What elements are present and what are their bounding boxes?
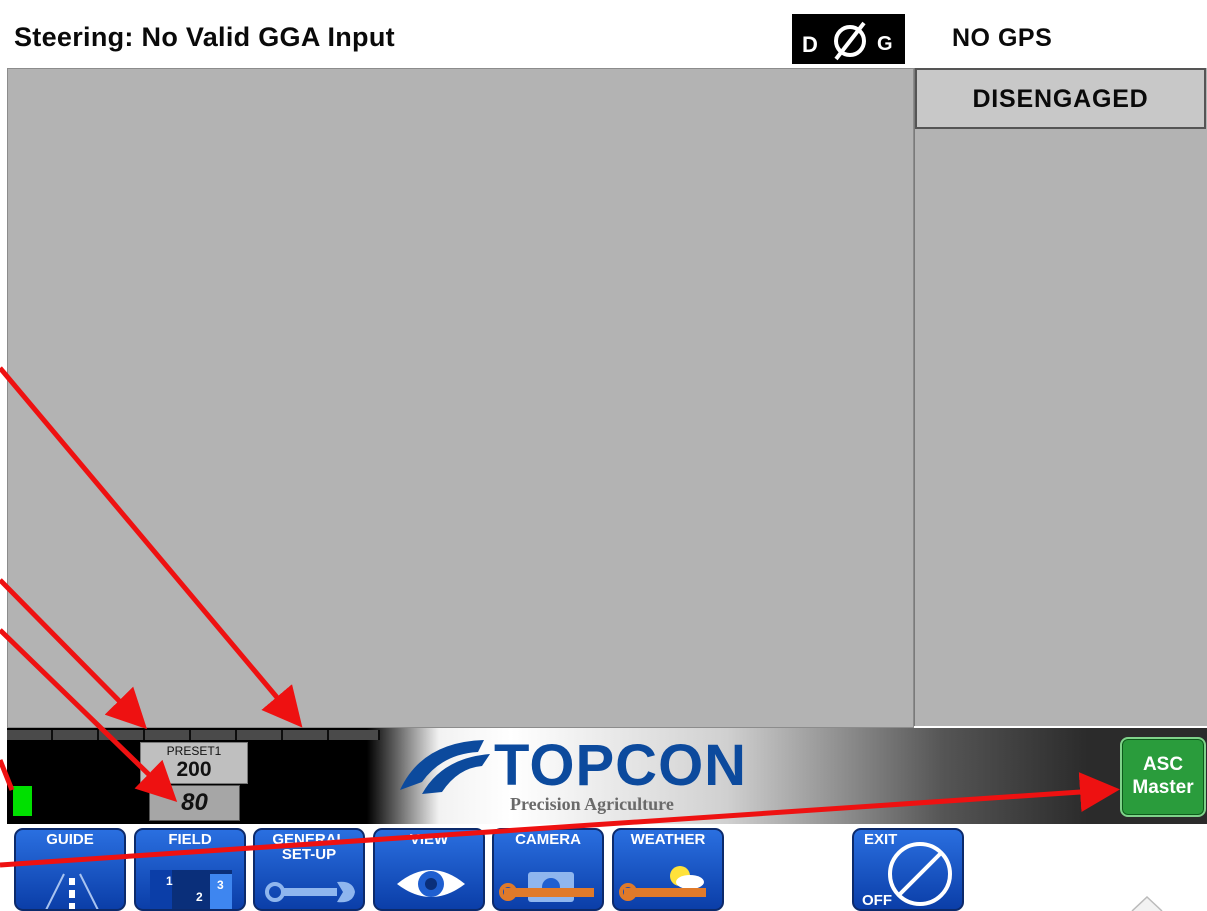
exit-off-label: OFF bbox=[862, 892, 892, 909]
field-label: FIELD bbox=[168, 831, 212, 848]
differential-gps-indicator[interactable]: D G bbox=[792, 14, 905, 64]
boom-section-5 bbox=[191, 730, 237, 740]
field-zone-3: 3 bbox=[217, 878, 224, 892]
status-led bbox=[13, 786, 32, 816]
view-button[interactable]: VIEW bbox=[373, 828, 485, 911]
general-setup-button[interactable]: GENERAL SET-UP bbox=[253, 828, 365, 911]
guide-label: GUIDE bbox=[46, 831, 94, 848]
asc-master-label: Master bbox=[1132, 777, 1194, 798]
no-signal-icon bbox=[834, 21, 866, 61]
exit-label: EXIT bbox=[864, 831, 898, 848]
guidance-map-view[interactable] bbox=[7, 68, 914, 728]
dg-letter-g: G bbox=[877, 33, 893, 55]
topcon-swoosh-icon bbox=[400, 740, 490, 794]
rate-preset-box[interactable]: PRESET1 200 bbox=[140, 742, 248, 784]
boom-section-1 bbox=[7, 730, 53, 740]
boom-section-7 bbox=[283, 730, 329, 740]
field-zone-2: 2 bbox=[196, 890, 203, 904]
guide-button[interactable]: GUIDE bbox=[14, 828, 126, 911]
actual-rate-value: 80 bbox=[149, 785, 240, 821]
asc-label: ASC bbox=[1142, 754, 1184, 775]
general-setup-label: GENERAL SET-UP bbox=[272, 831, 346, 863]
asc-master-button[interactable]: ASC Master bbox=[1120, 737, 1206, 817]
preset-value: 200 bbox=[176, 758, 212, 781]
boom-section-bar bbox=[7, 730, 380, 740]
boom-section-6 bbox=[237, 730, 283, 740]
preset-label: PRESET1 bbox=[166, 744, 222, 758]
topcon-logo: TOPCON Precision Agriculture bbox=[392, 728, 746, 824]
gps-status-text: NO GPS bbox=[952, 24, 1053, 52]
right-info-panel: DISENGAGED bbox=[914, 68, 1207, 726]
up-arrow-icon[interactable] bbox=[1130, 893, 1164, 911]
field-button[interactable]: FIELD 1 2 3 bbox=[134, 828, 246, 911]
steering-engage-status[interactable]: DISENGAGED bbox=[915, 68, 1206, 129]
weather-button[interactable]: WEATHER bbox=[612, 828, 724, 911]
boom-section-2 bbox=[53, 730, 99, 740]
steering-status-text: Steering: No Valid GGA Input bbox=[14, 22, 395, 52]
weather-label: WEATHER bbox=[630, 831, 706, 848]
topcon-tagline: Precision Agriculture bbox=[510, 794, 674, 814]
top-status-bar: Steering: No Valid GGA Input D G NO GPS bbox=[0, 0, 1207, 68]
dg-letter-d: D bbox=[802, 32, 818, 57]
view-label: VIEW bbox=[409, 831, 449, 848]
boom-section-8 bbox=[329, 730, 380, 740]
field-zone-1: 1 bbox=[166, 874, 173, 888]
camera-button[interactable]: CAMERA bbox=[492, 828, 604, 911]
exit-button[interactable]: EXIT OFF bbox=[852, 828, 964, 911]
boom-section-4 bbox=[145, 730, 191, 740]
bottom-status-strip: PRESET1 200 80 TOPCON Precision Agricult… bbox=[7, 728, 1207, 824]
camera-label: CAMERA bbox=[515, 831, 581, 848]
boom-section-3 bbox=[99, 730, 145, 740]
topcon-brand-text: TOPCON bbox=[494, 733, 748, 798]
